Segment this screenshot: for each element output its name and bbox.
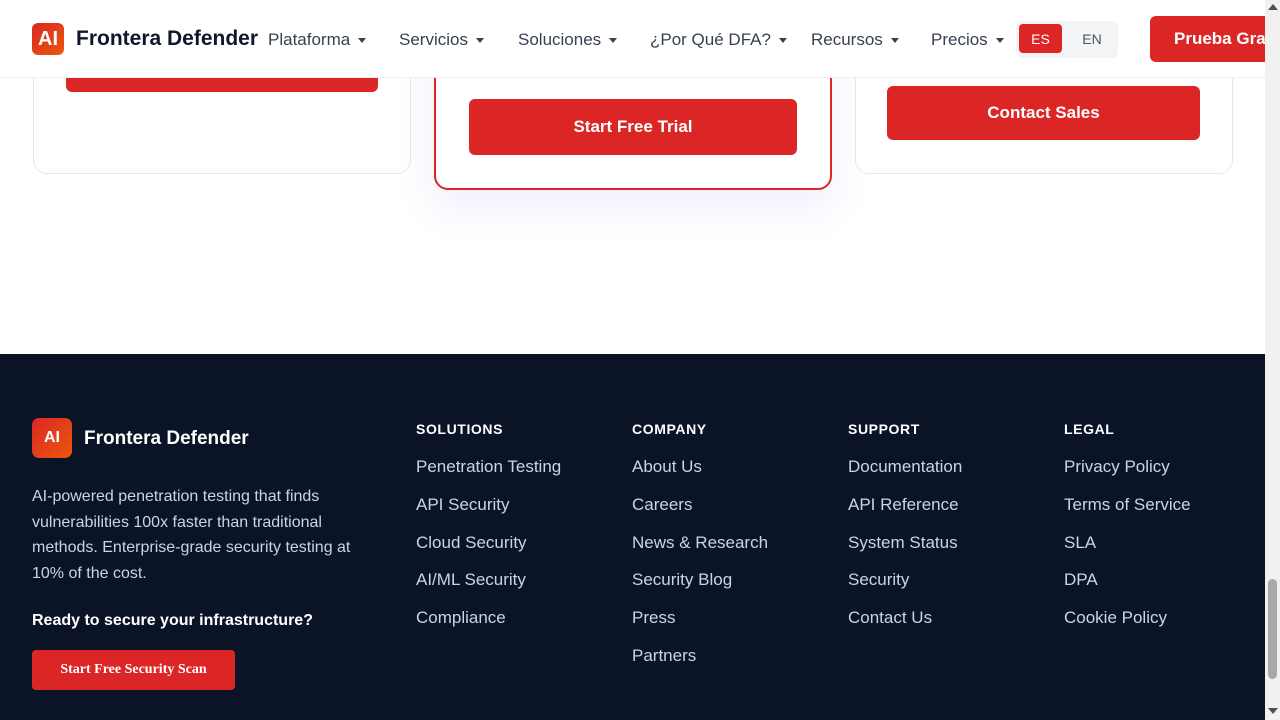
chevron-down-icon — [609, 37, 618, 43]
footer-cta-heading: Ready to secure your infrastructure? — [32, 612, 313, 629]
footer-column-title: COMPANY — [632, 421, 707, 437]
footer-link-penetration-testing[interactable]: Penetration Testing — [416, 457, 561, 495]
footer-link-security[interactable]: Security — [848, 570, 962, 608]
scroll-up-arrow-icon[interactable] — [1268, 4, 1278, 10]
chevron-down-icon — [358, 37, 367, 43]
footer-link-security-blog[interactable]: Security Blog — [632, 570, 768, 608]
lang-en-button[interactable]: EN — [1074, 24, 1110, 53]
start-security-scan-button[interactable]: Start Free Security Scan — [32, 650, 235, 690]
footer-link-terms-of-service[interactable]: Terms of Service — [1064, 495, 1191, 533]
nav-por-que-dfa[interactable]: ¿Por Qué DFA? — [650, 30, 811, 50]
nav-soluciones[interactable]: Soluciones — [518, 30, 650, 50]
footer-link-cloud-security[interactable]: Cloud Security — [416, 533, 561, 571]
nav-label: ¿Por Qué DFA? — [650, 30, 771, 49]
footer-link-careers[interactable]: Careers — [632, 495, 768, 533]
main-nav: Plataforma Servicios Soluciones ¿Por Qué… — [268, 30, 1011, 50]
scroll-down-arrow-icon[interactable] — [1268, 708, 1278, 714]
footer-link-sla[interactable]: SLA — [1064, 533, 1191, 571]
language-switcher: ES EN — [1016, 21, 1118, 58]
footer-column-title: LEGAL — [1064, 421, 1115, 437]
footer-link-about-us[interactable]: About Us — [632, 457, 768, 495]
nav-precios[interactable]: Precios — [931, 30, 1011, 50]
chevron-down-icon — [890, 37, 899, 43]
start-free-trial-button[interactable]: Start Free Trial — [469, 99, 797, 155]
footer-link-contact-us[interactable]: Contact Us — [848, 608, 962, 646]
footer-link-cookie-policy[interactable]: Cookie Policy — [1064, 608, 1191, 646]
logo-icon[interactable]: AI — [32, 23, 64, 55]
footer-column-title: SUPPORT — [848, 421, 920, 437]
nav-label: Precios — [931, 30, 988, 49]
page-scrollbar[interactable] — [1265, 0, 1280, 720]
chevron-down-icon — [475, 37, 484, 43]
footer-link-compliance[interactable]: Compliance — [416, 608, 561, 646]
nav-servicios[interactable]: Servicios — [399, 30, 518, 50]
nav-plataforma[interactable]: Plataforma — [268, 30, 399, 50]
footer-link-ai-ml-security[interactable]: AI/ML Security — [416, 570, 561, 608]
nav-label: Recursos — [811, 30, 883, 49]
footer-brand-name: Frontera Defender — [84, 428, 249, 449]
footer-link-api-reference[interactable]: API Reference — [848, 495, 962, 533]
chevron-down-icon — [995, 37, 1004, 43]
footer-column-company: COMPANY About Us Careers News & Research… — [632, 421, 768, 684]
contact-sales-button[interactable]: Contact Sales — [887, 86, 1200, 140]
footer-link-dpa[interactable]: DPA — [1064, 570, 1191, 608]
footer-logo-icon[interactable]: AI — [32, 418, 72, 458]
footer-link-press[interactable]: Press — [632, 608, 768, 646]
nav-recursos[interactable]: Recursos — [811, 30, 931, 50]
brand-name[interactable]: Frontera Defender — [76, 27, 258, 51]
footer-link-partners[interactable]: Partners — [632, 646, 768, 684]
footer-column-legal: LEGAL Privacy Policy Terms of Service SL… — [1064, 421, 1191, 646]
footer-link-privacy-policy[interactable]: Privacy Policy — [1064, 457, 1191, 495]
lang-es-button[interactable]: ES — [1019, 24, 1062, 53]
footer-description: AI-powered penetration testing that find… — [32, 488, 351, 583]
footer-link-system-status[interactable]: System Status — [848, 533, 962, 571]
footer-link-news-research[interactable]: News & Research — [632, 533, 768, 571]
footer-column-solutions: SOLUTIONS Penetration Testing API Securi… — [416, 421, 561, 646]
nav-label: Plataforma — [268, 30, 351, 49]
scrollbar-thumb[interactable] — [1268, 579, 1277, 679]
nav-label: Servicios — [399, 30, 468, 49]
footer-column-support: SUPPORT Documentation API Reference Syst… — [848, 421, 962, 646]
footer-column-title: SOLUTIONS — [416, 421, 504, 437]
footer-link-documentation[interactable]: Documentation — [848, 457, 962, 495]
free-trial-header-button[interactable]: Prueba Gratis — [1150, 16, 1280, 62]
chevron-down-icon — [778, 37, 787, 43]
site-footer: AI Frontera Defender AI-powered penetrat… — [0, 354, 1265, 720]
site-header: AI Frontera Defender Plataforma Servicio… — [0, 0, 1280, 78]
footer-link-api-security[interactable]: API Security — [416, 495, 561, 533]
nav-label: Soluciones — [518, 30, 602, 49]
